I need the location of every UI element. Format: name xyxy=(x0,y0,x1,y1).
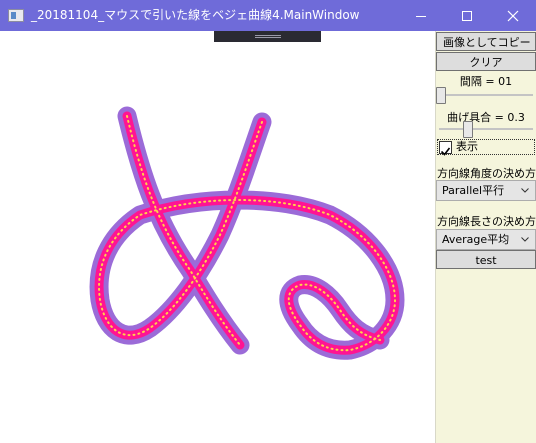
grip-icon xyxy=(255,35,281,38)
close-icon xyxy=(507,10,519,21)
direction-length-value: Average平均 xyxy=(442,233,510,246)
chevron-down-icon xyxy=(521,237,529,242)
curve-slider[interactable] xyxy=(436,120,536,140)
title-bar[interactable]: _20181104_マウスで引いた線をベジェ曲線4.MainWindow xyxy=(0,0,536,31)
slider-track xyxy=(439,128,533,130)
copy-as-image-button[interactable]: 画像としてコピー xyxy=(436,32,536,51)
show-checkbox[interactable] xyxy=(439,141,452,156)
checkmark-icon xyxy=(440,147,451,156)
slider-thumb[interactable] xyxy=(463,121,473,138)
splitter-handle[interactable] xyxy=(214,31,321,42)
show-checkbox-label: 表示 xyxy=(456,140,478,153)
stroke-drawing xyxy=(89,106,405,360)
slider-thumb[interactable] xyxy=(436,87,446,104)
direction-angle-select[interactable]: Parallel平行 xyxy=(436,180,536,201)
show-checkbox-row[interactable]: 表示 xyxy=(437,139,535,156)
slider-track xyxy=(439,94,533,96)
clear-button[interactable]: クリア xyxy=(436,52,536,71)
outer-strokes xyxy=(89,106,405,360)
drawing-canvas[interactable] xyxy=(0,31,435,443)
direction-length-select[interactable]: Average平均 xyxy=(436,229,536,250)
control-panel: 画像としてコピー クリア 間隔 = 01 曲げ具合 = 0.3 表示 方向線角度… xyxy=(435,31,536,443)
interval-slider[interactable] xyxy=(436,86,536,106)
test-button[interactable]: test xyxy=(436,250,536,269)
maximize-button[interactable] xyxy=(444,0,490,31)
chevron-down-icon xyxy=(521,188,529,193)
maximize-icon xyxy=(462,10,472,21)
minimize-icon xyxy=(416,15,426,17)
minimize-button[interactable] xyxy=(398,0,444,31)
close-button[interactable] xyxy=(490,0,536,31)
window-title: _20181104_マウスで引いた線をベジェ曲線4.MainWindow xyxy=(31,8,360,22)
app-icon[interactable] xyxy=(8,9,24,22)
direction-angle-label: 方向線角度の決め方 xyxy=(437,167,536,180)
direction-angle-value: Parallel平行 xyxy=(442,184,505,197)
direction-length-label: 方向線長さの決め方 xyxy=(437,215,536,228)
